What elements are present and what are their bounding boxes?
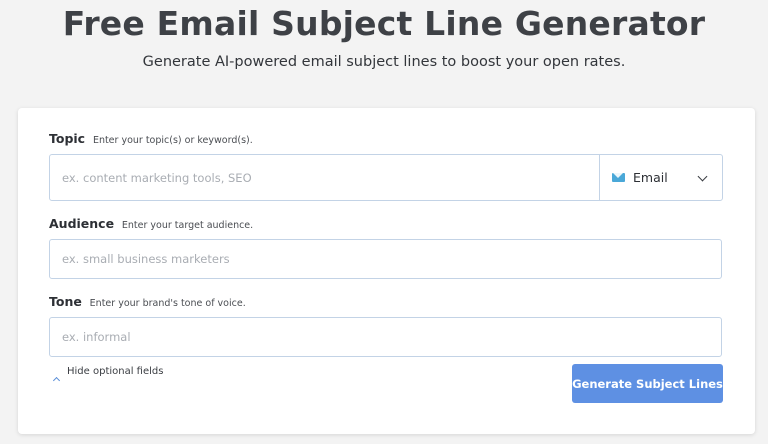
generate-subject-lines-button[interactable]: Generate Subject Lines (572, 364, 723, 403)
page-title: Free Email Subject Line Generator (62, 4, 706, 43)
topic-field-group: Email (49, 154, 723, 201)
audience-input[interactable] (49, 239, 722, 279)
tone-input[interactable] (49, 317, 722, 357)
tone-hint: Enter your brand's tone of voice. (89, 298, 246, 309)
topic-input[interactable] (50, 155, 598, 200)
chevron-up-icon (52, 376, 61, 385)
hide-optional-fields-label: Hide optional fields (67, 366, 164, 377)
topic-hint: Enter your topic(s) or keyword(s). (92, 135, 253, 146)
audience-label: Audience (49, 216, 115, 231)
email-type-select[interactable]: Email (599, 155, 722, 200)
generator-form-card: Topic Enter your topic(s) or keyword(s).… (18, 108, 755, 434)
tone-label-row: Tone Enter your brand's tone of voice. (49, 294, 246, 309)
audience-label-row: Audience Enter your target audience. (49, 216, 253, 231)
topic-label-row: Topic Enter your topic(s) or keyword(s). (49, 131, 253, 146)
audience-hint: Enter your target audience. (121, 220, 254, 231)
chevron-down-icon (697, 171, 708, 182)
topic-label: Topic (49, 131, 86, 146)
envelope-icon (612, 173, 625, 182)
tone-label: Tone (49, 294, 82, 309)
email-type-selected: Email (633, 170, 668, 185)
page-subtitle: Generate AI-powered email subject lines … (142, 54, 626, 70)
